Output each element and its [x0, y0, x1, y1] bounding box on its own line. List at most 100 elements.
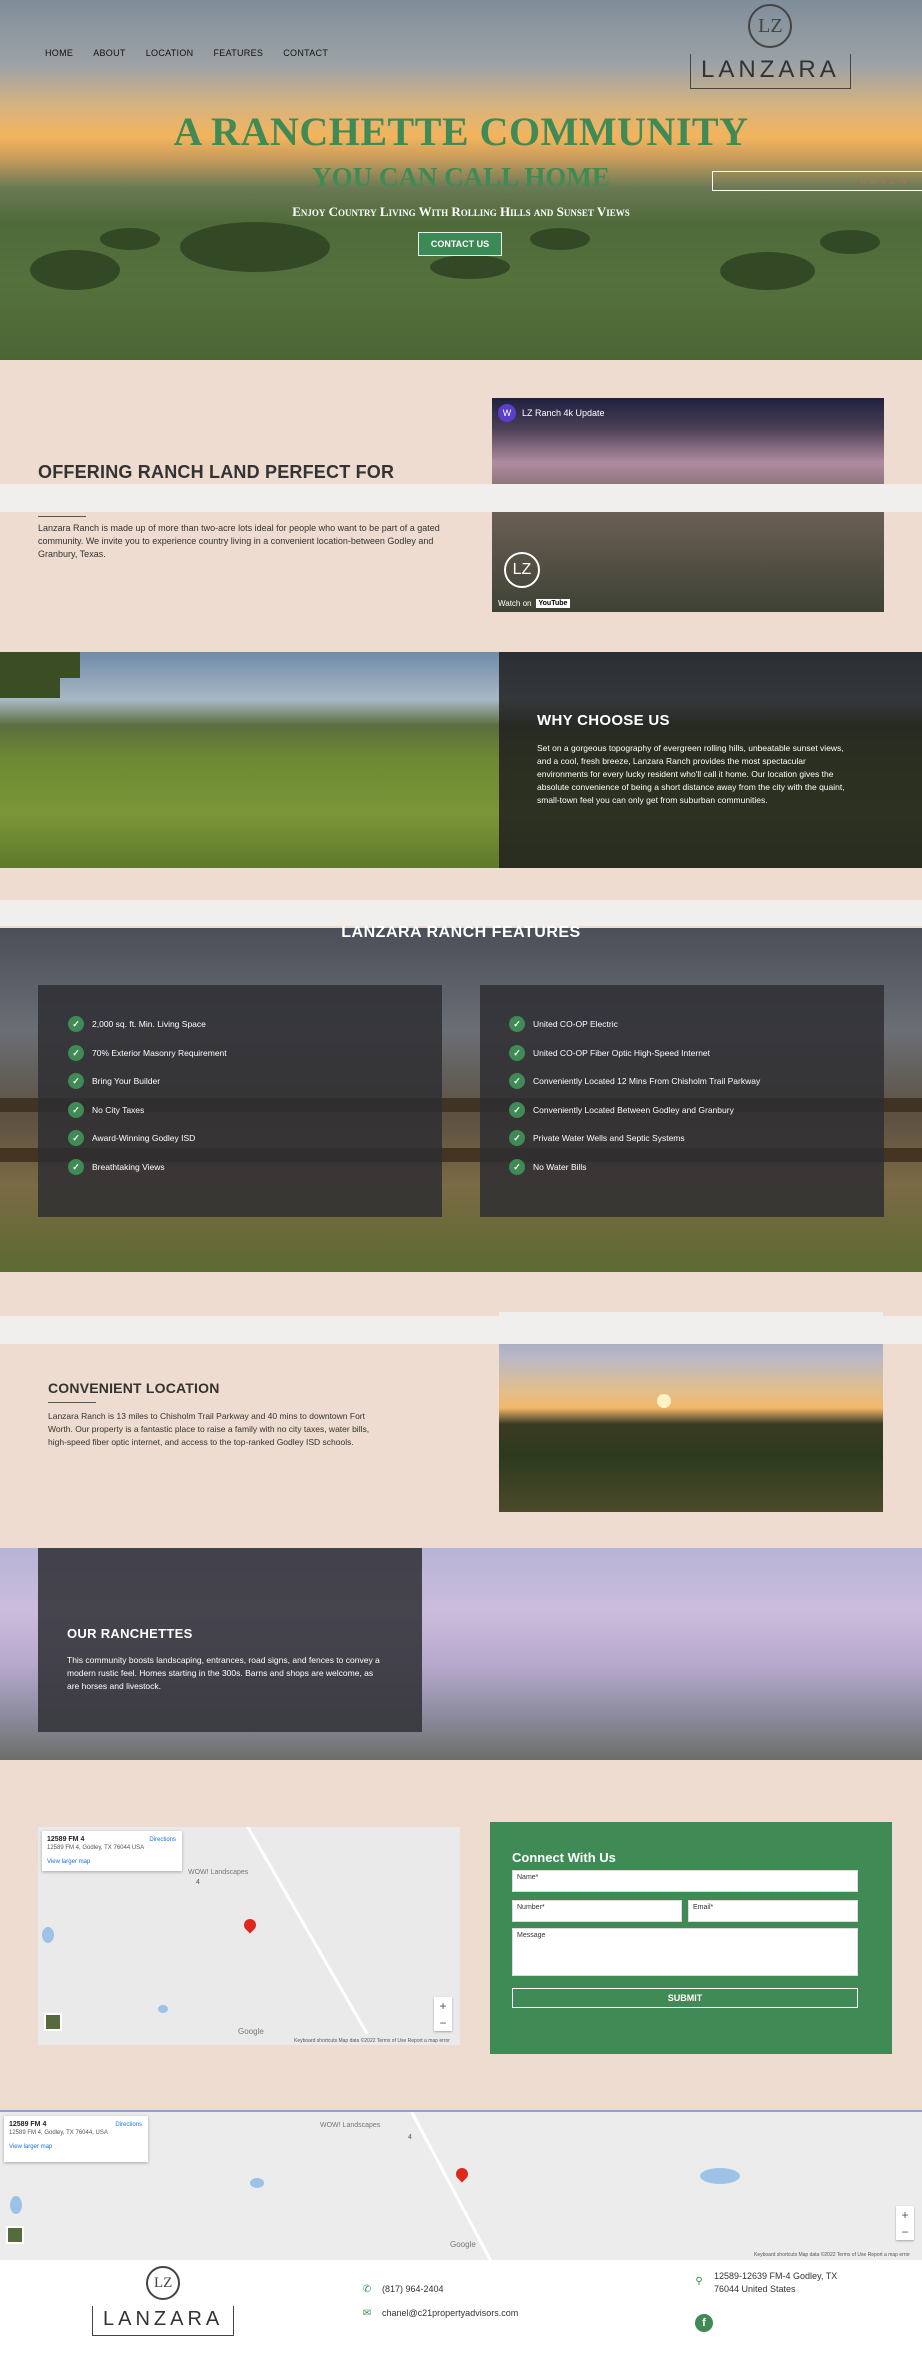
feature-label: Conveniently Located Between Godley and … [533, 1105, 734, 1115]
feature-label: Private Water Wells and Septic Systems [533, 1133, 685, 1143]
view-larger-map-link[interactable]: View larger map [9, 2144, 143, 2150]
satellite-toggle[interactable] [44, 2013, 62, 2031]
check-icon: ✓ [68, 1045, 84, 1061]
facebook-icon[interactable]: f [695, 2314, 713, 2332]
feature-item: ✓ United CO-OP Electric [509, 1016, 618, 1032]
feature-label: Bring Your Builder [92, 1076, 161, 1086]
map-footer[interactable]: Keyboard shortcuts Map data ©2022 Terms … [754, 2252, 910, 2258]
name-field[interactable]: Name* [512, 1870, 858, 1892]
nav-about[interactable]: ABOUT [93, 48, 126, 58]
video-header: W LZ Ranch 4k Update [498, 404, 605, 422]
footer-phone[interactable]: ✆ (817) 964-2404 [362, 2284, 444, 2295]
feature-item: ✓ Conveniently Located 12 Mins From Chish… [509, 1073, 760, 1089]
why-text: Set on a gorgeous topography of evergree… [537, 743, 845, 805]
zoom-in-icon[interactable]: + [439, 1999, 446, 2013]
directions-link[interactable]: Directions [115, 2122, 142, 2128]
location-title: CONVENIENT LOCATION [48, 1380, 220, 1396]
location-pin-icon[interactable] [453, 2165, 471, 2183]
poi-label[interactable]: WOW! Landscapes [188, 1869, 248, 1876]
feature-item: ✓ Private Water Wells and Septic Systems [509, 1130, 685, 1146]
number-field[interactable]: Number* [512, 1900, 682, 1922]
poi-label[interactable]: WOW! Landscapes [320, 2122, 380, 2129]
header-logo[interactable]: LZ LANZARA RANCH [690, 4, 922, 191]
check-icon: ✓ [509, 1130, 525, 1146]
road-label: 4 [196, 1879, 200, 1886]
hero-bush [530, 228, 590, 250]
watch-on-youtube[interactable]: Watch on YouTube [498, 599, 571, 608]
contact-us-button[interactable]: CONTACT US [418, 232, 502, 256]
feature-label: No Water Bills [533, 1162, 587, 1172]
feature-item: ✓ No City Taxes [68, 1102, 144, 1118]
map-embed-small[interactable]: WOW! Landscapes 4 12589 FM 4 12589 FM 4,… [38, 1827, 460, 2045]
map-info-card: 12589 FM 4 12589 FM 4, Godley, TX 76044,… [4, 2116, 148, 2162]
email-field[interactable]: Email* [688, 1900, 858, 1922]
video-logo-icon: LZ [504, 552, 540, 588]
nav-home[interactable]: HOME [45, 48, 73, 58]
hero-section: HOME ABOUT LOCATION FEATURES CONTACT LZ … [0, 0, 922, 360]
zoom-out-icon[interactable]: − [439, 2016, 446, 2030]
watch-on-label: Watch on [498, 599, 532, 608]
check-icon: ✓ [509, 1073, 525, 1089]
hero-title: A RANCHETTE COMMUNITY [173, 109, 749, 154]
mail-icon: ✉ [362, 2307, 372, 2319]
location-pin-icon[interactable] [241, 1916, 259, 1934]
title-rule [38, 516, 86, 517]
youtube-icon: YouTube [535, 599, 571, 608]
footer-logo[interactable]: LZ LANZARA RANCH [92, 2266, 235, 2336]
footer-address: ⚲ 12589-12639 FM-4 Godley, TX 76044 Unit… [694, 2270, 837, 2296]
feature-label: Breathtaking Views [92, 1162, 165, 1172]
zoom-in-icon[interactable]: + [901, 2208, 908, 2222]
map-footer[interactable]: Keyboard shortcuts Map data ©2022 Terms … [294, 2038, 450, 2044]
submit-button[interactable]: SUBMIT [512, 1988, 858, 2008]
view-larger-map-link[interactable]: View larger map [47, 1859, 177, 1865]
phone-text[interactable]: (817) 964-2404 [382, 2284, 444, 2294]
logo-mark-icon: LZ [146, 2266, 181, 2300]
check-icon: ✓ [509, 1102, 525, 1118]
logo-mark-icon: LZ [748, 4, 793, 48]
footer-email[interactable]: ✉ chanel@c21propertyadvisors.com [362, 2307, 518, 2319]
nav-location[interactable]: LOCATION [146, 48, 194, 58]
zoom-controls[interactable]: + − [434, 1997, 452, 2031]
water-feature [700, 2168, 740, 2184]
why-bush [0, 652, 80, 678]
feature-item: ✓ 2,000 sq. ft. Min. Living Space [68, 1016, 206, 1032]
map-info-card: 12589 FM 4 12589 FM 4, Godley, TX 76044 … [42, 1831, 182, 1871]
channel-avatar[interactable]: W [498, 404, 516, 422]
contact-form: Connect With Us Name* Number* Email* Mes… [490, 1822, 892, 2054]
offering-text: Lanzara Ranch is made up of more than tw… [38, 523, 440, 559]
check-icon: ✓ [509, 1045, 525, 1061]
form-title: Connect With Us [512, 1850, 616, 1865]
google-logo: Google [238, 2027, 264, 2036]
video-title[interactable]: LZ Ranch 4k Update [522, 408, 605, 418]
map-embed-large[interactable]: WOW! Landscapes 4 12589 FM 4 12589 FM 4,… [0, 2110, 922, 2260]
directions-link[interactable]: Directions [149, 1837, 176, 1843]
road-line [410, 2112, 502, 2260]
water-feature [10, 2196, 22, 2214]
zoom-out-icon[interactable]: − [901, 2225, 908, 2239]
road-label: 4 [408, 2134, 412, 2141]
logo-word: LANZARA [92, 2306, 235, 2336]
nav-contact[interactable]: CONTACT [283, 48, 328, 58]
features-title: LANZARA RANCH FEATURES [341, 924, 581, 941]
email-text[interactable]: chanel@c21propertyadvisors.com [382, 2308, 518, 2318]
zoom-controls[interactable]: + − [896, 2206, 914, 2240]
youtube-video[interactable]: W LZ Ranch 4k Update LZ Watch on YouTube [492, 398, 884, 612]
nav-features[interactable]: FEATURES [213, 48, 263, 58]
feature-item: ✓ No Water Bills [509, 1159, 587, 1175]
feature-item: ✓ Bring Your Builder [68, 1073, 160, 1089]
check-icon: ✓ [68, 1102, 84, 1118]
satellite-toggle[interactable] [6, 2226, 24, 2244]
water-feature [250, 2178, 264, 2188]
hero-bush [430, 255, 510, 279]
map-address: 12589 FM 4, Godley, TX 76044, USA [9, 2130, 108, 2136]
hero-bush [720, 252, 815, 290]
check-icon: ✓ [509, 1159, 525, 1175]
check-icon: ✓ [68, 1016, 84, 1032]
feature-label: No City Taxes [92, 1105, 145, 1115]
water-feature [158, 2005, 168, 2013]
sunset-band [499, 1312, 883, 1344]
feature-label: 70% Exterior Masonry Requirement [92, 1048, 227, 1058]
feature-item: ✓ Award-Winning Godley ISD [68, 1130, 195, 1146]
message-field[interactable]: Message [512, 1928, 858, 1976]
map-marker-icon: ⚲ [695, 2275, 703, 2287]
